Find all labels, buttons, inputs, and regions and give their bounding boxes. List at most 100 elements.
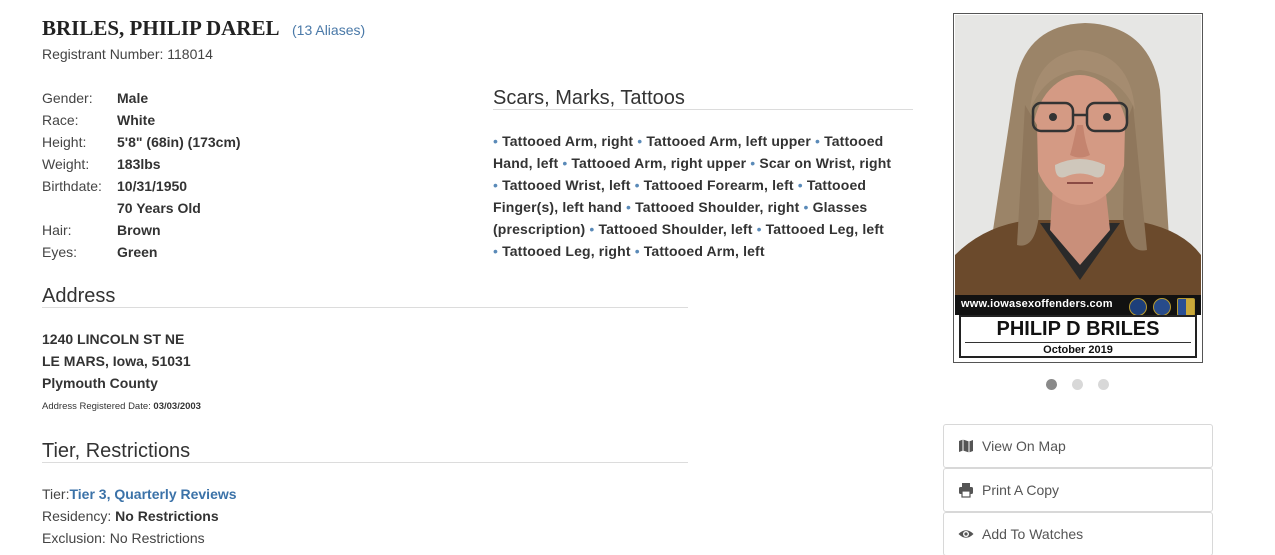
address-county: Plymouth County: [42, 375, 158, 391]
detail-value: 70 Years Old: [117, 200, 201, 216]
bullet-icon: •: [634, 177, 640, 193]
smt-item-text: Tattooed Leg, left: [765, 221, 884, 237]
smt-item-text: Tattooed Arm, right upper: [571, 155, 747, 171]
detail-label: Eyes:: [42, 244, 78, 260]
detail-value: Brown: [117, 222, 161, 238]
smt-item: • Tattooed Forearm, left: [635, 177, 794, 193]
bullet-icon: •: [589, 221, 595, 237]
smt-item: • Tattooed Wrist, left: [493, 177, 631, 193]
detail-value: Green: [117, 244, 158, 260]
registrant-number: Registrant Number: 118014: [42, 46, 213, 62]
registrant-name: BRILES, PHILIP DAREL: [42, 16, 280, 40]
exclusion-value: No Restrictions: [109, 530, 205, 546]
detail-row-age: 70 Years Old: [42, 197, 201, 219]
bullet-icon: •: [803, 199, 809, 215]
smt-divider: [493, 109, 913, 110]
address-registered-value: 03/03/2003: [153, 401, 201, 412]
smt-item-text: Tattooed Wrist, left: [502, 177, 631, 193]
bullet-icon: •: [750, 155, 756, 171]
carousel-dot-3[interactable]: [1098, 379, 1109, 390]
address-registered-label: Address Registered Date:: [42, 401, 151, 412]
registrant-photo-card[interactable]: www.iowasexoffenders.com PHILIP D BRILES…: [953, 13, 1203, 363]
shield-icon: [1177, 298, 1195, 315]
carousel-dot-1[interactable]: [1046, 379, 1057, 390]
smt-item-text: Tattooed Shoulder, right: [635, 199, 800, 215]
bullet-icon: •: [562, 155, 568, 171]
bullet-icon: •: [756, 221, 762, 237]
detail-value: 183lbs: [117, 156, 161, 172]
view-on-map-button[interactable]: View On Map: [943, 424, 1213, 468]
address-city: LE MARS, Iowa, 51031: [42, 353, 191, 369]
smt-item: • Tattooed Arm, left upper: [637, 133, 811, 149]
add-to-watches-button[interactable]: Add To Watches: [943, 512, 1213, 555]
detail-label: Gender:: [42, 90, 93, 106]
detail-label: Height:: [42, 134, 87, 150]
detail-label: Hair:: [42, 222, 72, 238]
tier-divider: [42, 462, 688, 463]
portrait-illustration: [955, 15, 1201, 315]
smt-item: • Tattooed Arm, right upper: [562, 155, 746, 171]
address-divider: [42, 307, 688, 308]
smt-item-text: Tattooed Leg, right: [502, 243, 631, 259]
detail-row-hair: Hair: Brown: [42, 219, 161, 241]
print-icon: [959, 483, 973, 498]
detail-row-gender: Gender: Male: [42, 87, 148, 109]
eye-icon: [958, 530, 974, 538]
address-street: 1240 LINCOLN ST NE: [42, 331, 185, 347]
detail-value: 5'8" (68in) (173cm): [117, 134, 241, 150]
detail-row-eyes: Eyes: Green: [42, 241, 157, 263]
site-url: www.iowasexoffenders.com: [961, 298, 1113, 310]
smt-item: • Scar on Wrist, right: [750, 155, 891, 171]
bullet-icon: •: [493, 177, 499, 193]
residency-value: No Restrictions: [115, 508, 219, 524]
exclusion-line: Exclusion: No Restrictions: [42, 527, 205, 549]
print-copy-button[interactable]: Print A Copy: [943, 468, 1213, 512]
smt-item: • Tattooed Arm, right: [493, 133, 633, 149]
tier-label: Tier:: [42, 486, 70, 502]
tier-line: Tier:Tier 3, Quarterly Reviews: [42, 483, 237, 505]
carousel-dot-2[interactable]: [1072, 379, 1083, 390]
bullet-icon: •: [637, 133, 643, 149]
detail-label: Birthdate:: [42, 178, 102, 194]
smt-item: • Tattooed Arm, left: [635, 243, 765, 259]
photo-card-name: PHILIP D BRILES: [996, 318, 1160, 340]
tier-title: Tier, Restrictions: [42, 440, 191, 462]
site-strip: www.iowasexoffenders.com: [955, 295, 1201, 315]
add-to-watches-label: Add To Watches: [982, 526, 1084, 542]
residency-line: Residency: No Restrictions: [42, 505, 219, 527]
print-copy-label: Print A Copy: [982, 482, 1060, 498]
seal-icon: [1129, 298, 1147, 315]
bullet-icon: •: [634, 243, 640, 259]
detail-row-race: Race: White: [42, 109, 155, 131]
detail-row-birthdate: Birthdate: 10/31/1950: [42, 175, 187, 197]
exclusion-label: Exclusion:: [42, 530, 106, 546]
photo-card-date: October 2019: [1043, 344, 1113, 356]
smt-item-text: Tattooed Arm, right: [502, 133, 634, 149]
bullet-icon: •: [493, 243, 499, 259]
detail-label: Weight:: [42, 156, 90, 172]
bullet-icon: •: [797, 177, 803, 193]
smt-item-text: Tattooed Arm, left upper: [646, 133, 811, 149]
smt-list: • Tattooed Arm, right • Tattooed Arm, left…: [493, 130, 893, 262]
badge-icon: [1153, 298, 1171, 315]
map-icon: [959, 439, 973, 453]
bullet-icon: •: [815, 133, 821, 149]
bullet-icon: •: [626, 199, 632, 215]
address-title: Address: [42, 285, 116, 307]
smt-item-text: Tattooed Forearm, left: [643, 177, 794, 193]
detail-value: Male: [117, 90, 149, 106]
photo-card-divider: [965, 342, 1191, 343]
aliases-link[interactable]: (13 Aliases): [292, 22, 365, 38]
bullet-icon: •: [493, 133, 499, 149]
smt-item: • Tattooed Shoulder, right: [626, 199, 799, 215]
view-on-map-label: View On Map: [982, 438, 1066, 454]
address-registered-date: Address Registered Date: 03/03/2003: [42, 401, 201, 412]
registrant-photo: www.iowasexoffenders.com: [955, 15, 1201, 315]
detail-row-height: Height: 5'8" (68in) (173cm): [42, 131, 241, 153]
smt-item-text: Tattooed Arm, left: [643, 243, 765, 259]
smt-item-text: Tattooed Shoulder, left: [598, 221, 753, 237]
tier-link[interactable]: Tier 3, Quarterly Reviews: [69, 486, 236, 502]
detail-label: Race:: [42, 112, 79, 128]
smt-item: • Tattooed Leg, right: [493, 243, 631, 259]
photo-name-card: PHILIP D BRILES October 2019: [959, 315, 1197, 358]
